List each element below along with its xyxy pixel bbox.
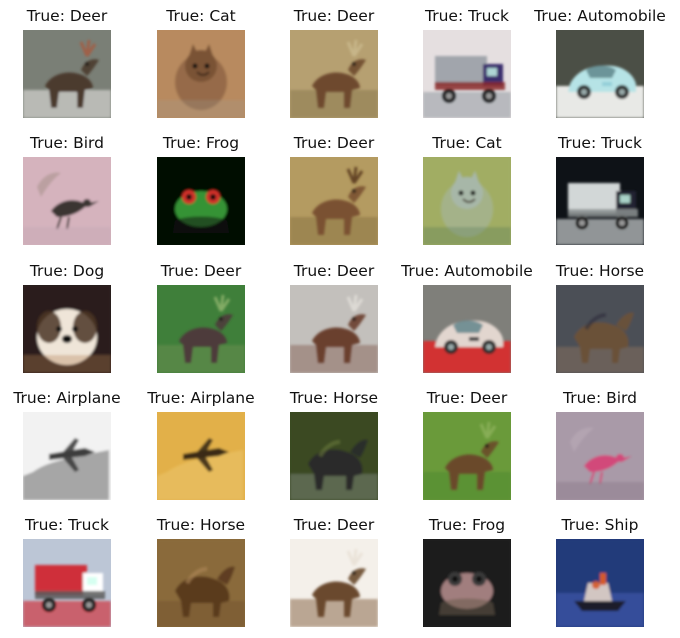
deer-photo	[290, 157, 378, 245]
truck-photo	[23, 539, 111, 627]
image-title: True: Deer	[293, 516, 375, 534]
deer-photo	[290, 539, 378, 627]
image-title: True: Deer	[160, 262, 242, 280]
airplane-photo	[23, 412, 111, 500]
car-photo	[556, 30, 644, 118]
image-title: True: Cat	[432, 134, 502, 152]
image-title: True: Horse	[555, 262, 645, 280]
image-cell: True: Truck	[533, 127, 667, 247]
image-cell: True: Horse	[533, 255, 667, 375]
car-photo	[423, 285, 511, 373]
image-title: True: Cat	[166, 7, 236, 25]
image-cell: True: Airplane	[134, 382, 268, 502]
image-title: True: Frog	[428, 516, 506, 534]
image-cell: True: Automobile	[400, 255, 534, 375]
image-title: True: Airplane	[13, 389, 121, 407]
image-cell: True: Horse	[267, 382, 401, 502]
horse-photo	[290, 412, 378, 500]
image-grid: True: Deer True: Cat True: Deer True: Tr…	[0, 0, 680, 638]
image-cell: True: Automobile	[533, 0, 667, 120]
image-title: True: Horse	[156, 516, 246, 534]
ship-photo	[556, 539, 644, 627]
image-title: True: Truck	[558, 134, 642, 152]
image-title: True: Horse	[289, 389, 379, 407]
image-cell: True: Deer	[267, 255, 401, 375]
image-title: True: Truck	[425, 7, 509, 25]
image-cell: True: Frog	[400, 509, 534, 629]
image-cell: True: Deer	[267, 0, 401, 120]
horse-photo	[157, 539, 245, 627]
image-cell: True: Deer	[400, 382, 534, 502]
image-cell: True: Frog	[134, 127, 268, 247]
image-title: True: Bird	[563, 389, 637, 407]
deer-photo	[290, 285, 378, 373]
bird-photo	[556, 412, 644, 500]
image-cell: True: Ship	[533, 509, 667, 629]
airplane-photo	[157, 412, 245, 500]
image-title: True: Dog	[29, 262, 105, 280]
image-cell: True: Airplane	[0, 382, 134, 502]
image-cell: True: Truck	[400, 0, 534, 120]
image-title: True: Bird	[30, 134, 104, 152]
image-cell: True: Bird	[533, 382, 667, 502]
image-cell: True: Bird	[0, 127, 134, 247]
frog-photo	[423, 539, 511, 627]
image-cell: True: Deer	[134, 255, 268, 375]
image-title: True: Deer	[293, 7, 375, 25]
image-title: True: Deer	[293, 262, 375, 280]
bird-photo	[23, 157, 111, 245]
image-title: True: Automobile	[401, 262, 533, 280]
image-cell: True: Horse	[134, 509, 268, 629]
truck-photo	[423, 30, 511, 118]
dog-photo	[23, 285, 111, 373]
image-title: True: Deer	[426, 389, 508, 407]
deer-photo	[23, 30, 111, 118]
cat-photo	[423, 157, 511, 245]
image-cell: True: Cat	[400, 127, 534, 247]
deer-photo	[423, 412, 511, 500]
image-cell: True: Deer	[267, 509, 401, 629]
image-title: True: Deer	[293, 134, 375, 152]
image-title: True: Ship	[561, 516, 639, 534]
image-title: True: Truck	[25, 516, 109, 534]
deer-photo	[290, 30, 378, 118]
truck-photo	[556, 157, 644, 245]
image-cell: True: Cat	[134, 0, 268, 120]
image-cell: True: Deer	[0, 0, 134, 120]
image-title: True: Airplane	[147, 389, 255, 407]
cat-photo	[157, 30, 245, 118]
image-cell: True: Deer	[267, 127, 401, 247]
image-title: True: Frog	[162, 134, 240, 152]
frog-photo	[157, 157, 245, 245]
image-cell: True: Dog	[0, 255, 134, 375]
deer-photo	[157, 285, 245, 373]
image-title: True: Automobile	[534, 7, 666, 25]
image-title: True: Deer	[26, 7, 108, 25]
horse-photo	[556, 285, 644, 373]
image-cell: True: Truck	[0, 509, 134, 629]
